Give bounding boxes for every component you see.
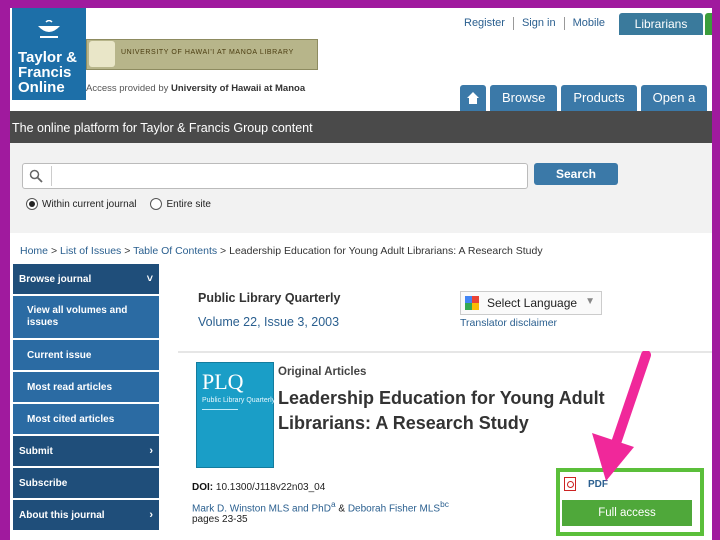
doi-value[interactable]: 10.1300/J118v22n03_04 <box>216 482 325 493</box>
search-scope: Within current journal Entire site <box>26 198 225 210</box>
sidebar-item-label: Submit <box>19 445 53 457</box>
sidebar-item-label: Current issue <box>27 349 92 361</box>
radio-entire-site[interactable] <box>150 198 163 210</box>
register-link[interactable]: Register <box>456 17 514 30</box>
journal-title[interactable]: Public Library Quarterly <box>198 291 340 305</box>
institution-banner: UNIVERSITY OF HAWAI'I AT MANOA LIBRARY <box>86 39 318 70</box>
chevron-right-icon: › <box>149 509 153 521</box>
breadcrumb-sep: > <box>50 245 58 257</box>
breadcrumb-current: Leadership Education for Young Adult Lib… <box>229 245 543 257</box>
author-affiliation: a <box>330 499 336 509</box>
pdf-icon <box>564 477 576 491</box>
translator-disclaimer-link[interactable]: Translator disclaimer <box>460 317 557 329</box>
home-nav-button[interactable] <box>460 85 486 111</box>
sidebar-item-most-cited[interactable]: Most cited articles <box>13 404 159 436</box>
doi: DOI: 10.1300/J118v22n03_04 <box>192 482 325 493</box>
sidebar-item-about[interactable]: About this journal › <box>13 500 159 532</box>
dropdown-arrow-icon: ▼ <box>585 296 595 307</box>
sidebar-item-current-issue[interactable]: Current issue <box>13 340 159 372</box>
librarians-tab[interactable]: Librarians <box>619 13 703 35</box>
breadcrumb-sep: > <box>124 245 131 257</box>
breadcrumb-home[interactable]: Home <box>20 245 48 257</box>
platform-banner: The online platform for Taylor & Francis… <box>10 111 712 143</box>
author-link[interactable]: Mark D. Winston MLS and PhD <box>192 503 331 514</box>
logo-text: Taylor & Francis Online <box>18 49 77 96</box>
sidebar-item-all-volumes[interactable]: View all volumes and issues <box>13 296 159 340</box>
author-separator: & <box>338 503 346 515</box>
breadcrumb: Home > List of Issues > Table Of Content… <box>20 245 543 257</box>
cover-subtitle: Public Library Quarterly <box>202 397 276 404</box>
google-icon <box>465 296 479 310</box>
chevron-right-icon: › <box>149 445 153 457</box>
sidebar-item-subscribe[interactable]: Subscribe <box>13 468 159 500</box>
search-area: Search Within current journal Entire sit… <box>10 143 712 233</box>
sidebar-item-most-read[interactable]: Most read articles <box>13 372 159 404</box>
tandf-logo[interactable]: Taylor & Francis Online <box>12 8 86 100</box>
sidebar-item-submit[interactable]: Submit › <box>13 436 159 468</box>
home-icon <box>467 92 479 104</box>
open-access-nav[interactable]: Open a <box>640 85 708 111</box>
pink-arrow-icon <box>592 351 651 481</box>
author-affiliation: bc <box>440 499 449 509</box>
access-prefix: Access provided by <box>86 83 169 94</box>
sidebar-item-label: View all volumes and issues <box>27 305 128 328</box>
language-select[interactable]: Select Language ▼ <box>460 291 602 315</box>
scope-site-label: Entire site <box>166 198 211 210</box>
scope-entire-site[interactable]: Entire site <box>150 198 211 210</box>
breadcrumb-sep: > <box>220 245 227 257</box>
mobile-link[interactable]: Mobile <box>565 17 613 30</box>
sidebar-item-label: Most cited articles <box>27 413 115 425</box>
institution-logo-icon <box>89 41 115 67</box>
sidebar-item-label: Browse journal <box>19 273 92 285</box>
radio-current-journal[interactable] <box>26 198 38 210</box>
green-tab[interactable] <box>705 13 712 35</box>
sidebar-item-browse-journal[interactable]: Browse journal ˅ <box>13 264 159 296</box>
top-links: Register Sign in Mobile <box>456 17 613 30</box>
search-button[interactable]: Search <box>534 163 618 185</box>
teacup-icon <box>38 20 60 38</box>
breadcrumb-issues[interactable]: List of Issues <box>60 245 121 257</box>
sign-in-link[interactable]: Sign in <box>514 17 565 30</box>
cover-rule <box>202 409 238 440</box>
sidebar-item-label: About this journal <box>19 509 105 521</box>
article-type: Original Articles <box>278 366 367 378</box>
volume-issue-link[interactable]: Volume 22, Issue 3, 2003 <box>198 315 339 329</box>
search-icon <box>29 169 43 183</box>
journal-cover-image: PLQ Public Library Quarterly <box>196 362 276 468</box>
breadcrumb-toc[interactable]: Table Of Contents <box>133 245 217 257</box>
products-nav[interactable]: Products <box>561 85 637 111</box>
sidebar-item-label: Subscribe <box>19 477 68 489</box>
access-provided: Access provided by University of Hawaii … <box>86 83 305 94</box>
search-input[interactable] <box>22 163 528 189</box>
sidebar: Browse journal ˅ View all volumes and is… <box>13 264 159 532</box>
chevron-down-icon: ˅ <box>146 273 153 285</box>
full-access-button[interactable]: Full access <box>562 500 692 526</box>
page-range: pages 23-35 <box>192 514 248 525</box>
doi-label: DOI: <box>192 482 214 493</box>
main-nav: Browse Products Open a <box>460 85 711 111</box>
scope-current-label: Within current journal <box>42 198 137 210</box>
authors: Mark D. Winston MLS and PhDa & Deborah F… <box>192 499 449 514</box>
article-title: Leadership Education for Young Adult Lib… <box>278 388 605 433</box>
access-institution: University of Hawaii at Manoa <box>171 83 306 94</box>
page-frame: Taylor & Francis Online UNIVERSITY OF HA… <box>10 8 712 540</box>
browse-nav[interactable]: Browse <box>490 85 558 111</box>
institution-banner-text: UNIVERSITY OF HAWAI'I AT MANOA LIBRARY <box>121 49 294 56</box>
scope-current-journal[interactable]: Within current journal <box>26 198 136 210</box>
cover-title: PLQ <box>202 369 244 394</box>
author-link[interactable]: Deborah Fisher MLS <box>348 503 440 514</box>
language-select-label: Select Language <box>487 296 578 310</box>
search-divider <box>51 166 52 186</box>
sidebar-item-label: Most read articles <box>27 381 113 393</box>
